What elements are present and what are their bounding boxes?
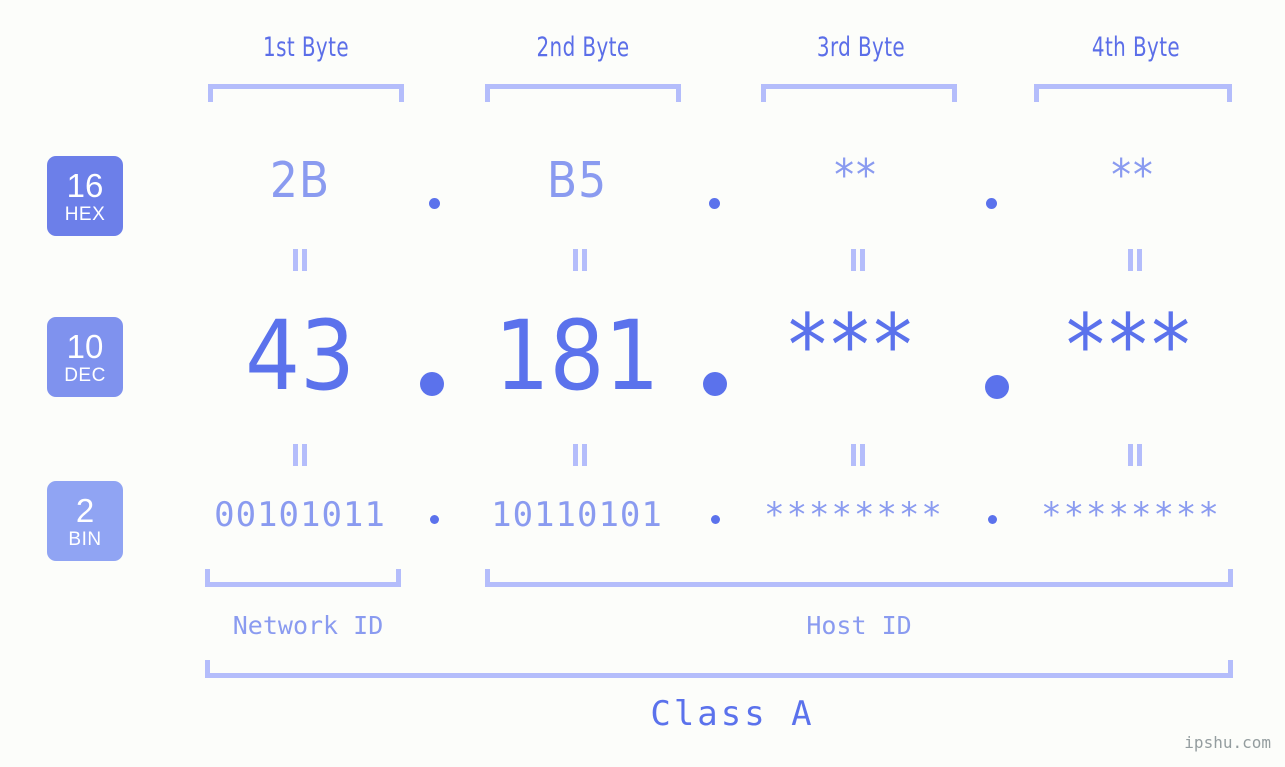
byte-bracket-1	[208, 84, 404, 102]
byte-header-3: 3rd Byte	[816, 32, 906, 63]
base-badge-bin-number: 2	[75, 491, 95, 529]
byte-bracket-2	[485, 84, 681, 102]
host-id-label: Host ID	[806, 611, 912, 640]
equals-mark-hex-dec-1	[291, 249, 309, 271]
dec-separator-3	[985, 375, 1009, 399]
equals-mark-dec-bin-3	[849, 444, 867, 466]
dec-separator-1	[420, 372, 444, 396]
network-id-bracket	[205, 569, 401, 587]
dec-byte-1: 43	[245, 300, 355, 412]
ip-breakdown-diagram: 1st Byte 2nd Byte 3rd Byte 4th Byte 16 H…	[0, 0, 1285, 767]
bin-separator-1	[430, 515, 439, 524]
byte-bracket-4	[1034, 84, 1232, 102]
byte-header-1: 1st Byte	[263, 32, 349, 63]
base-badge-hex-name: HEX	[64, 203, 106, 225]
byte-header-2: 2nd Byte	[536, 32, 630, 63]
bin-separator-2	[711, 515, 720, 524]
class-bracket	[205, 660, 1233, 678]
base-badge-dec-name: DEC	[64, 364, 106, 386]
equals-mark-dec-bin-2	[571, 444, 589, 466]
dec-byte-2: 181	[494, 300, 660, 412]
dec-byte-3: ***	[787, 296, 917, 396]
hex-separator-2	[709, 198, 720, 209]
byte-bracket-3	[761, 84, 957, 102]
hex-byte-1: 2B	[269, 152, 331, 209]
dec-separator-2	[703, 372, 727, 396]
equals-mark-dec-bin-1	[291, 444, 309, 466]
bin-byte-4: ********	[1041, 495, 1221, 535]
base-badge-bin: 2 BIN	[47, 481, 123, 561]
base-badge-hex: 16 HEX	[47, 156, 123, 236]
base-badge-dec-number: 10	[66, 327, 104, 365]
byte-header-4: 4th Byte	[1091, 32, 1181, 63]
bin-byte-1: 00101011	[214, 495, 386, 535]
network-id-label: Network ID	[232, 611, 384, 640]
equals-mark-dec-bin-4	[1126, 444, 1144, 466]
bin-separator-3	[988, 515, 997, 524]
base-badge-dec: 10 DEC	[47, 317, 123, 397]
equals-mark-hex-dec-4	[1126, 249, 1144, 271]
bin-byte-3: ********	[764, 495, 944, 535]
bin-byte-2: 10110101	[491, 495, 663, 535]
hex-byte-4: **	[1111, 150, 1155, 201]
base-badge-hex-number: 16	[66, 166, 104, 204]
dec-byte-4: ***	[1065, 296, 1195, 396]
hex-byte-3: **	[834, 150, 878, 201]
class-label: Class A	[0, 694, 1285, 734]
hex-separator-3	[986, 198, 997, 209]
hex-byte-2: B5	[546, 152, 608, 209]
base-badge-bin-name: BIN	[68, 528, 102, 550]
hex-separator-1	[429, 198, 440, 209]
equals-mark-hex-dec-3	[849, 249, 867, 271]
host-id-bracket	[485, 569, 1233, 587]
class-label-text: Class A	[650, 694, 815, 734]
site-watermark: ipshu.com	[1184, 733, 1271, 752]
equals-mark-hex-dec-2	[571, 249, 589, 271]
